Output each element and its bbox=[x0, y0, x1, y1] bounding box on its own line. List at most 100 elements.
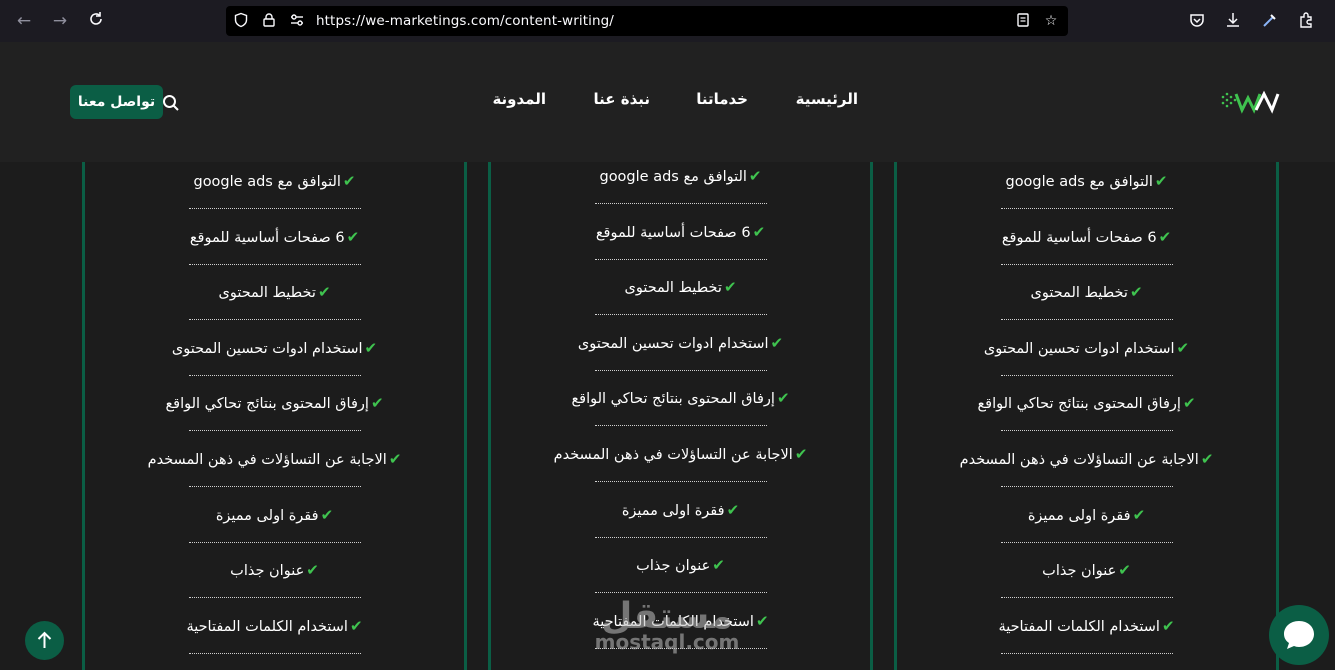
feature-divider bbox=[594, 425, 767, 427]
check-icon: ✔ bbox=[317, 283, 331, 302]
feature-label: فقرة اولى مميزة bbox=[1027, 507, 1131, 524]
permissions-icon[interactable] bbox=[288, 12, 306, 30]
bookmark-star-icon[interactable]: ☆ bbox=[1042, 12, 1060, 30]
check-icon: ✔ bbox=[755, 611, 769, 630]
site-logo[interactable] bbox=[1218, 88, 1282, 116]
feature-label: تخطيط المحتوى bbox=[218, 285, 316, 302]
check-icon: ✔ bbox=[1129, 283, 1143, 302]
feature-text: ✔استخدام ادوات تحسين المحتوى bbox=[172, 339, 377, 357]
feature-label: التوافق مع google ads bbox=[599, 169, 747, 185]
feature-item: ✔استخدام ادوات تحسين المحتوى bbox=[897, 329, 1276, 385]
check-icon: ✔ bbox=[1161, 616, 1175, 635]
feature-item: ✔تخطيط المحتوى bbox=[491, 268, 870, 324]
feature-label: الاجابة عن التساؤلات في ذهن المسخدم bbox=[553, 447, 793, 463]
search-icon[interactable] bbox=[161, 93, 181, 113]
feature-text: ✔عنوان جذاب bbox=[636, 556, 725, 574]
back-arrow-icon[interactable]: ← bbox=[13, 10, 35, 32]
pocket-icon[interactable] bbox=[1187, 11, 1207, 31]
check-icon: ✔ bbox=[1182, 394, 1196, 413]
feature-text: ✔الاجابة عن التساؤلات في ذهن المسخدم bbox=[148, 450, 402, 468]
check-icon: ✔ bbox=[723, 278, 737, 297]
shield-icon[interactable] bbox=[232, 12, 250, 30]
forward-arrow-icon[interactable]: → bbox=[49, 10, 71, 32]
feature-label: استخدام ادوات تحسين المحتوى bbox=[171, 340, 363, 357]
feature-label: عنوان جذاب bbox=[230, 563, 305, 580]
feature-divider bbox=[188, 541, 361, 543]
scroll-to-top-button[interactable] bbox=[25, 621, 64, 660]
feature-label: عنوان جذاب bbox=[1042, 563, 1117, 580]
check-icon: ✔ bbox=[370, 394, 384, 413]
nav-home[interactable]: الرئيسية bbox=[796, 90, 858, 108]
feature-divider bbox=[188, 597, 361, 599]
lock-icon[interactable] bbox=[260, 12, 278, 30]
feature-label: استخدام الكلمات المفتاحية bbox=[998, 618, 1160, 635]
check-icon: ✔ bbox=[306, 561, 319, 580]
feature-text: ✔التوافق مع google ads bbox=[1005, 172, 1167, 190]
reader-view-icon[interactable] bbox=[1014, 12, 1032, 30]
check-icon: ✔ bbox=[364, 338, 378, 357]
feature-divider bbox=[1000, 541, 1173, 543]
feature-text: ✔استخدام الكلمات المفتاحية bbox=[186, 617, 362, 635]
feature-text: ✔إرفاق المحتوى بنتائج تحاكي الواقع bbox=[977, 394, 1195, 412]
download-icon[interactable] bbox=[1223, 11, 1243, 31]
check-icon: ✔ bbox=[770, 333, 784, 352]
extensions-icon[interactable] bbox=[1296, 11, 1316, 31]
mostaql-watermark: مستقل mostaql.com bbox=[582, 590, 752, 670]
url-text[interactable]: https://we-marketings.com/content-writin… bbox=[316, 13, 614, 29]
feature-text: ✔عنوان جذاب bbox=[1042, 561, 1131, 579]
feature-item: ✔فقرة اولى مميزة bbox=[897, 496, 1276, 552]
watermark-latin: mostaql.com bbox=[594, 630, 740, 654]
pricing-column-right: ✔التوافق مع google ads ✔6 صفحات أساسية لل… bbox=[894, 162, 1279, 670]
feature-text: ✔6 صفحات أساسية للموقع bbox=[596, 223, 765, 241]
feature-divider bbox=[188, 319, 361, 321]
feature-label: التوافق مع google ads bbox=[1005, 174, 1153, 190]
nav-services[interactable]: خدماتنا bbox=[696, 90, 748, 108]
check-icon: ✔ bbox=[1132, 505, 1146, 524]
feature-divider bbox=[594, 536, 767, 538]
chat-button[interactable] bbox=[1269, 605, 1329, 665]
feature-item: ✔الاجابة عن التساؤلات في ذهن المسخدم bbox=[491, 435, 870, 491]
feature-label: الاجابة عن التساؤلات في ذهن المسخدم bbox=[147, 452, 387, 468]
feature-divider bbox=[1000, 208, 1173, 209]
feature-label: التوافق مع google ads bbox=[193, 174, 341, 190]
check-icon: ✔ bbox=[712, 556, 725, 575]
feature-text: ✔إرفاق المحتوى بنتائج تحاكي الواقع bbox=[571, 389, 789, 407]
feature-divider bbox=[188, 263, 361, 265]
feature-label: الاجابة عن التساؤلات في ذهن المسخدم bbox=[959, 452, 1199, 468]
nav-about[interactable]: نبذة عنا bbox=[594, 90, 651, 108]
feature-text: ✔تخطيط المحتوى bbox=[1030, 283, 1142, 301]
check-icon: ✔ bbox=[776, 389, 790, 408]
feature-item: ✔6 صفحات أساسية للموقع bbox=[491, 213, 870, 269]
feature-item: ✔التوافق مع google ads bbox=[897, 162, 1276, 218]
check-icon: ✔ bbox=[342, 172, 356, 190]
feature-item: ✔استخدام الكلمات المفتاحية bbox=[897, 607, 1276, 663]
feature-label: إرفاق المحتوى بنتائج تحاكي الواقع bbox=[977, 396, 1181, 413]
check-icon: ✔ bbox=[388, 450, 402, 468]
feature-text: ✔فقرة اولى مميزة bbox=[1028, 506, 1145, 524]
feature-label: إرفاق المحتوى بنتائج تحاكي الواقع bbox=[165, 396, 369, 413]
nav-blog[interactable]: المدونة bbox=[492, 90, 546, 108]
feature-label: 6 صفحات أساسية للموقع bbox=[1001, 229, 1157, 246]
contact-button[interactable]: تواصل معنا bbox=[70, 85, 163, 119]
feature-divider bbox=[594, 203, 767, 204]
address-bar[interactable]: https://we-marketings.com/content-writin… bbox=[226, 6, 1068, 36]
check-icon: ✔ bbox=[349, 616, 363, 635]
feature-item: ✔إرفاق المحتوى بنتائج تحاكي الواقع bbox=[491, 379, 870, 435]
check-icon: ✔ bbox=[320, 505, 334, 524]
feature-item: ✔استخدام ادوات تحسين المحتوى bbox=[85, 329, 464, 385]
feature-item: ✔6 صفحات أساسية للموقع bbox=[897, 218, 1276, 274]
feature-label: إرفاق المحتوى بنتائج تحاكي الواقع bbox=[571, 391, 775, 408]
feature-divider bbox=[594, 369, 767, 371]
feature-text: ✔6 صفحات أساسية للموقع bbox=[1002, 228, 1171, 246]
feature-item: ✔التوافق مع google ads bbox=[85, 162, 464, 218]
feature-divider bbox=[594, 481, 767, 482]
feature-text: ✔عنوان جذاب bbox=[230, 561, 319, 579]
feature-item: ✔استخدام ادوات تحسين المحتوى bbox=[491, 324, 870, 380]
eyedropper-icon[interactable] bbox=[1260, 11, 1280, 31]
feature-divider bbox=[188, 652, 361, 654]
feature-text: ✔استخدام ادوات تحسين المحتوى bbox=[984, 339, 1189, 357]
feature-divider bbox=[1000, 263, 1173, 265]
site-header: الرئيسية خدماتنا نبذة عنا المدونة تواصل … bbox=[0, 42, 1335, 162]
reload-icon[interactable] bbox=[85, 10, 107, 32]
feature-label: فقرة اولى مميزة bbox=[621, 502, 725, 519]
